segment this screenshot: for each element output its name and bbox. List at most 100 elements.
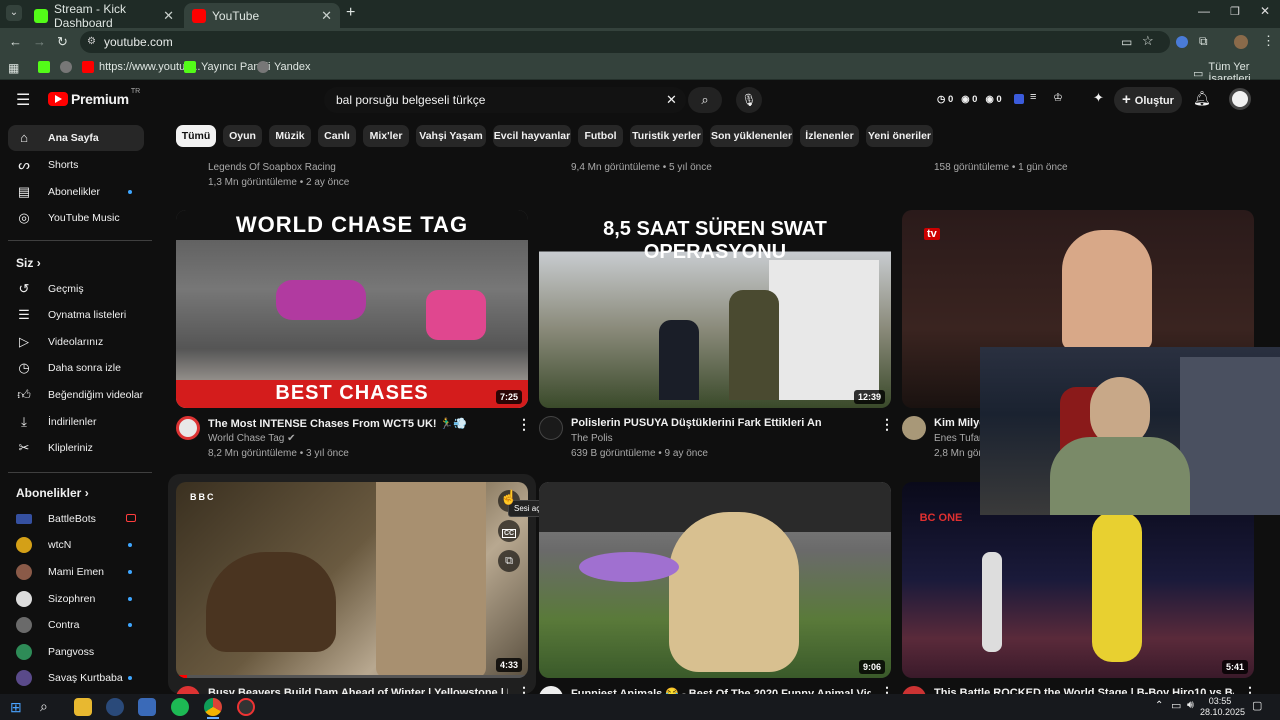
store-icon[interactable]: [138, 698, 156, 716]
bookmark-youtube[interactable]: https://www.youtub...: [82, 61, 201, 73]
notifications-icon[interactable]: 🔔︎: [1193, 90, 1211, 107]
chip-game[interactable]: Oyun: [223, 125, 262, 147]
sidebar-item-playlists[interactable]: ☰ Oynatma listeleri: [8, 302, 144, 328]
chip-wildlife[interactable]: Vahşi Yaşam: [416, 125, 486, 147]
restore-button[interactable]: ❐: [1230, 5, 1240, 18]
sidebar-channel[interactable]: Sizophren: [8, 586, 144, 612]
chip-recent[interactable]: Son yüklenenler: [710, 125, 793, 147]
apps-icon[interactable]: ▦: [8, 61, 19, 75]
voice-search-icon[interactable]: 🎙: [736, 87, 762, 113]
forward-icon[interactable]: →: [33, 34, 46, 49]
close-window-button[interactable]: ✕: [1260, 4, 1270, 18]
sidebar-subscriptions-heading[interactable]: Abonelikler ›: [16, 486, 89, 500]
tray-chevron-icon[interactable]: ⌃: [1155, 700, 1163, 711]
bookmark-kick[interactable]: [38, 61, 55, 73]
sidebar-item-subscriptions[interactable]: ▤ Abonelikler: [8, 179, 144, 205]
chip-music[interactable]: Müzik: [269, 125, 311, 147]
chip-live[interactable]: Canlı: [318, 125, 356, 147]
chip-football[interactable]: Futbol: [578, 125, 623, 147]
tab-search-icon[interactable]: ⌄: [6, 5, 22, 21]
video-thumbnail[interactable]: WORLD CHASE TAG BEST CHASES 7:25: [176, 210, 528, 408]
sidebar-item-home[interactable]: ⌂ Ana Sayfa: [8, 125, 144, 151]
hamburger-menu-icon[interactable]: ☰: [16, 90, 30, 110]
volume-icon[interactable]: 🔊︎: [1187, 699, 1194, 712]
search-button[interactable]: ⌕: [688, 87, 722, 113]
video-channel[interactable]: The Polis: [571, 433, 613, 444]
video-channel[interactable]: Enes Tufan: [934, 433, 985, 444]
trophy-icon[interactable]: ♔: [1053, 91, 1063, 104]
create-button[interactable]: + Oluştur: [1114, 87, 1182, 113]
sidebar-channel[interactable]: BattleBots: [8, 506, 144, 532]
reload-icon[interactable]: ↻: [57, 34, 68, 50]
new-tab-button[interactable]: +: [346, 4, 355, 22]
network-icon[interactable]: ▭: [1171, 699, 1181, 712]
channel-avatar[interactable]: [902, 416, 926, 440]
bookmark-yandex[interactable]: Yandex: [257, 61, 311, 73]
chip-tourist[interactable]: Turistik yerler: [630, 125, 703, 147]
channel-avatar[interactable]: [539, 416, 563, 440]
sidebar-channel[interactable]: Savaş Kurtbaba: [8, 665, 144, 691]
back-icon[interactable]: ←: [9, 34, 22, 49]
chip-all[interactable]: Tümü: [176, 125, 216, 147]
chrome-icon[interactable]: [204, 698, 222, 716]
bookmark-globe[interactable]: [60, 61, 77, 73]
search-icon[interactable]: ⌕: [40, 698, 48, 715]
sidebar-item-shorts[interactable]: ᔕ Shorts: [8, 152, 144, 178]
clock[interactable]: 03:55 28.10.2025: [1200, 696, 1245, 718]
video-title[interactable]: The Most INTENSE Chases From WCT5 UK! 🏃‍…: [208, 417, 508, 430]
bookmark-star-icon[interactable]: ☆: [1142, 33, 1154, 49]
sidebar-channel[interactable]: Pangvoss: [8, 639, 144, 665]
sidebar-item-history[interactable]: ↺ Geçmiş: [8, 276, 144, 302]
sidebar-item-youtube-music[interactable]: ◎ YouTube Music: [8, 205, 144, 231]
more-options-icon[interactable]: ⋮: [880, 416, 894, 433]
sidebar-channel[interactable]: wtcN: [8, 532, 144, 558]
extension-icon[interactable]: [1176, 36, 1188, 48]
close-tab-icon[interactable]: ✕: [163, 8, 174, 24]
start-icon[interactable]: ⊞: [10, 699, 22, 716]
video-title[interactable]: Polislerin PUSUYA Düştüklerini Fark Etti…: [571, 417, 871, 429]
browser-menu-icon[interactable]: ⋮: [1262, 33, 1275, 49]
account-avatar[interactable]: [1229, 88, 1251, 110]
file-explorer-icon[interactable]: [74, 698, 92, 716]
video-title[interactable]: Kim Milyo: [934, 417, 980, 429]
captions-button[interactable]: CC: [498, 520, 520, 542]
extensions-puzzle-icon[interactable]: ⧉: [1199, 34, 1208, 49]
sidebar-item-liked-videos[interactable]: 👍︎ Beğendiğim videolar: [8, 382, 144, 408]
tab-kick-dashboard[interactable]: Stream - Kick Dashboard ✕: [26, 2, 182, 30]
video-channel[interactable]: World Chase Tag ✔: [208, 433, 296, 444]
chip-new-recommendations[interactable]: Yeni öneriler: [866, 125, 933, 147]
chip-pets[interactable]: Evcil hayvanlar: [493, 125, 571, 147]
steam-icon[interactable]: [106, 698, 124, 716]
search-input[interactable]: bal porsuğu belgeseli türkçe ✕: [324, 87, 686, 113]
minimize-button[interactable]: —: [1198, 4, 1210, 18]
sidebar-item-clips[interactable]: ✂ Klipleriniz: [8, 435, 144, 461]
notification-center-icon[interactable]: ▢: [1252, 699, 1262, 712]
obs-icon[interactable]: [237, 698, 255, 716]
profile-avatar[interactable]: [1234, 35, 1248, 49]
chip-watched[interactable]: İzlenenler: [800, 125, 859, 147]
sidebar-channel[interactable]: Mami Emen: [8, 559, 144, 585]
tab-youtube[interactable]: YouTube ✕: [184, 3, 340, 28]
video-thumbnail[interactable]: BBC 🔇︎ CC ⧉ 4:33: [176, 482, 528, 678]
youtube-logo[interactable]: Premium TR: [48, 88, 140, 107]
chip-mixes[interactable]: Mix'ler: [363, 125, 409, 147]
more-options-icon[interactable]: ⋮: [517, 416, 531, 433]
sidebar-you-heading[interactable]: Siz ›: [16, 256, 41, 270]
sparkle-icon[interactable]: ✦: [1093, 90, 1104, 106]
extension-icon[interactable]: [1014, 94, 1024, 104]
video-thumbnail[interactable]: 8,5 SAAT SÜREN SWAT OPERASYONU 12:39: [539, 210, 891, 408]
clear-search-icon[interactable]: ✕: [666, 87, 677, 113]
video-channel[interactable]: Legends Of Soapbox Racing: [208, 162, 336, 173]
video-thumbnail[interactable]: 9:06: [539, 482, 891, 678]
progress-bar[interactable]: [176, 675, 528, 678]
spotify-icon[interactable]: [171, 698, 189, 716]
channel-avatar[interactable]: [176, 416, 200, 440]
list-icon[interactable]: ≡: [1030, 91, 1036, 103]
add-to-queue-icon[interactable]: ⧉: [498, 550, 520, 572]
close-tab-icon[interactable]: ✕: [321, 8, 332, 24]
site-info-icon[interactable]: ⚙: [87, 31, 96, 53]
sidebar-item-your-videos[interactable]: ▷ Videolarınız: [8, 329, 144, 355]
sidebar-item-watch-later[interactable]: ◷ Daha sonra izle: [8, 355, 144, 381]
sidebar-item-downloads[interactable]: ⤓ İndirilenler: [8, 409, 144, 435]
sidebar-channel[interactable]: Contra: [8, 612, 144, 638]
